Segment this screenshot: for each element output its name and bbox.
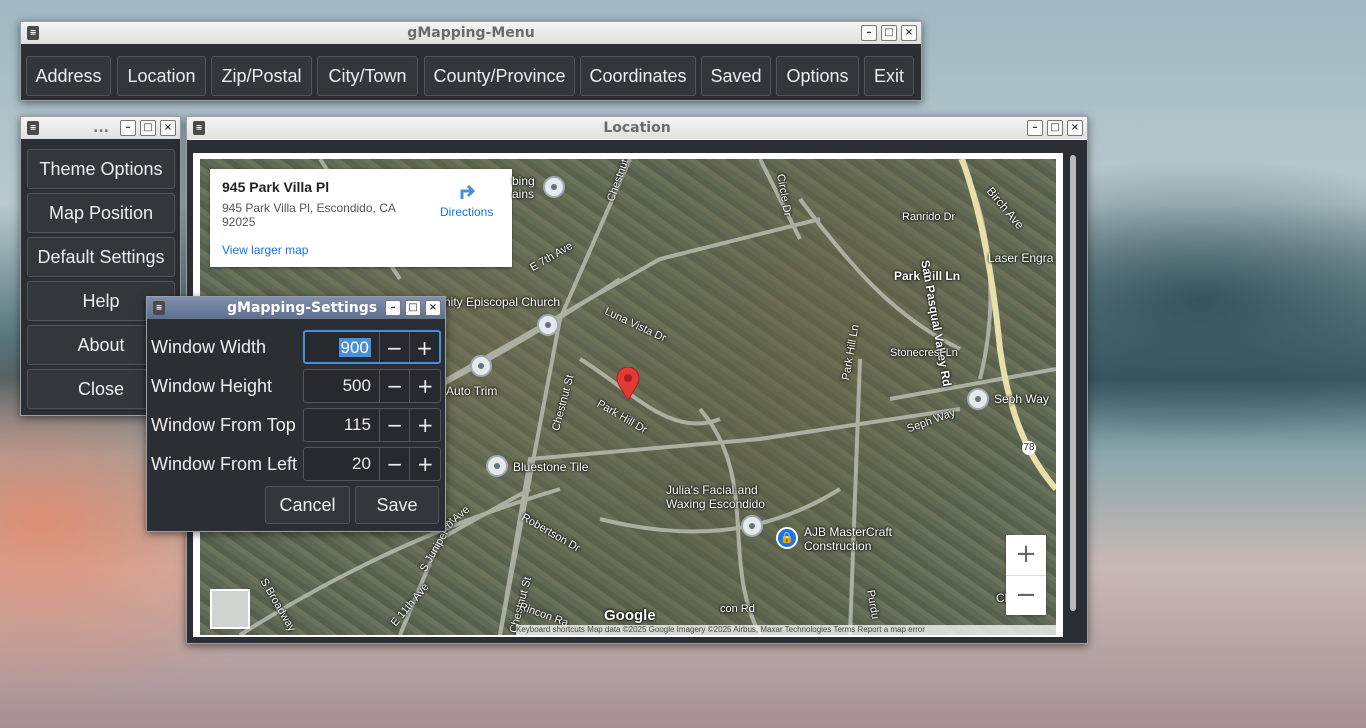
menu-bar: Address Location Zip/Postal City/Town Co… bbox=[21, 44, 921, 100]
window-width-field[interactable]: 900 bbox=[305, 332, 379, 362]
church-pin-icon[interactable] bbox=[537, 314, 559, 336]
plus-icon[interactable]: + bbox=[409, 370, 440, 402]
maximize-icon[interactable]: □ bbox=[405, 300, 421, 316]
lock-pin-icon[interactable]: 🔒 bbox=[776, 527, 798, 549]
minus-icon[interactable]: − bbox=[378, 332, 409, 362]
window-from-top-field[interactable]: 115 bbox=[304, 409, 379, 441]
route-shield: 78 bbox=[1022, 441, 1036, 455]
map-attribution[interactable]: Keyboard shortcuts Map data ©2025 Google… bbox=[516, 625, 1056, 635]
settings-dialog: ≡ gMapping-Settings – □ × Window Width 9… bbox=[146, 296, 446, 532]
close-icon[interactable]: × bbox=[1067, 120, 1083, 136]
save-button[interactable]: Save bbox=[355, 486, 439, 524]
options-titlebar[interactable]: ≡ ... – □ × bbox=[21, 117, 180, 139]
close-icon[interactable]: × bbox=[901, 25, 917, 41]
window-height-row: Window Height 500 − + bbox=[147, 369, 445, 403]
zoom-out-button[interactable]: − bbox=[1006, 575, 1046, 616]
zoom-in-button[interactable]: + bbox=[1006, 535, 1046, 575]
map-pin-icon[interactable] bbox=[486, 455, 508, 477]
map-pin-icon[interactable] bbox=[470, 355, 492, 377]
window-width-stepper[interactable]: 900 − + bbox=[303, 330, 441, 364]
map-label: Ranrido Dr bbox=[902, 211, 956, 223]
county-province-button[interactable]: County/Province bbox=[424, 56, 575, 96]
options-title: ... bbox=[93, 120, 109, 136]
minus-icon[interactable]: − bbox=[378, 409, 410, 441]
map-label: con Rd bbox=[720, 603, 755, 615]
minimize-icon[interactable]: – bbox=[1027, 120, 1043, 136]
map-pin-icon[interactable] bbox=[543, 176, 565, 198]
menu-title: gMapping-Menu bbox=[407, 25, 535, 41]
address-button[interactable]: Address bbox=[26, 56, 111, 96]
map-label: nity Episcopal Church bbox=[444, 295, 561, 309]
map-label: AJB MasterCraft Construction bbox=[804, 525, 893, 553]
plus-icon[interactable]: + bbox=[409, 409, 440, 441]
window-from-top-stepper[interactable]: 115 − + bbox=[303, 408, 441, 442]
window-height-field[interactable]: 500 bbox=[304, 370, 379, 402]
options-button[interactable]: Options bbox=[776, 56, 859, 96]
default-settings-button[interactable]: Default Settings bbox=[27, 237, 175, 277]
view-larger-map-link[interactable]: View larger map bbox=[222, 243, 308, 257]
window-height-stepper[interactable]: 500 − + bbox=[303, 369, 441, 403]
map-label: Julia's Facial and Waxing Escondido bbox=[666, 483, 765, 511]
maximize-icon[interactable]: □ bbox=[140, 120, 156, 136]
window-width-row: Window Width 900 − + bbox=[147, 330, 445, 364]
map-pin-icon[interactable] bbox=[741, 515, 763, 537]
map-label: Auto Trim bbox=[446, 384, 498, 398]
window-from-left-label: Window From Left bbox=[151, 454, 298, 474]
minimize-icon[interactable]: – bbox=[120, 120, 136, 136]
location-titlebar[interactable]: ≡ Location – □ × bbox=[187, 117, 1087, 139]
coordinates-button[interactable]: Coordinates bbox=[580, 56, 696, 96]
window-from-left-stepper[interactable]: 20 − + bbox=[303, 447, 441, 481]
saved-button[interactable]: Saved bbox=[701, 56, 771, 96]
location-button[interactable]: Location bbox=[117, 56, 206, 96]
zip-postal-button[interactable]: Zip/Postal bbox=[211, 56, 312, 96]
vertical-scrollbar[interactable] bbox=[1070, 155, 1076, 611]
close-icon[interactable]: × bbox=[425, 300, 441, 316]
maximize-icon[interactable]: □ bbox=[1047, 120, 1063, 136]
theme-options-button[interactable]: Theme Options bbox=[27, 149, 175, 189]
cancel-button[interactable]: Cancel bbox=[265, 486, 350, 524]
directions-icon[interactable] bbox=[458, 181, 480, 201]
window-from-left-row: Window From Left 20 − + bbox=[147, 447, 445, 481]
map-label: Laser Engra bbox=[988, 251, 1054, 265]
menu-titlebar[interactable]: ≡ gMapping-Menu – □ × bbox=[21, 22, 921, 44]
zoom-controls: + − bbox=[1006, 535, 1046, 615]
app-icon: ≡ bbox=[27, 26, 39, 40]
location-marker-icon[interactable] bbox=[616, 367, 640, 401]
map-pin-icon[interactable] bbox=[967, 388, 989, 410]
place-name: 945 Park Villa Pl bbox=[222, 179, 330, 195]
map-position-button[interactable]: Map Position bbox=[27, 193, 175, 233]
minus-icon[interactable]: − bbox=[378, 370, 410, 402]
minimize-icon[interactable]: – bbox=[385, 300, 401, 316]
map-label: Seph Way bbox=[994, 392, 1049, 406]
city-town-button[interactable]: City/Town bbox=[317, 56, 418, 96]
app-icon: ≡ bbox=[193, 121, 205, 135]
close-icon[interactable]: × bbox=[160, 120, 176, 136]
window-from-left-field[interactable]: 20 bbox=[304, 448, 379, 480]
menu-window: ≡ gMapping-Menu – □ × Address Location Z… bbox=[20, 21, 922, 101]
directions-link[interactable]: Directions bbox=[440, 205, 493, 219]
map-label: Stonecrest Ln bbox=[890, 347, 958, 359]
map-label: bing ains bbox=[512, 174, 535, 201]
location-title: Location bbox=[603, 120, 671, 136]
window-height-label: Window Height bbox=[151, 376, 273, 396]
window-width-label: Window Width bbox=[151, 337, 267, 357]
app-icon: ≡ bbox=[153, 301, 165, 315]
map-label: Bluestone Tile bbox=[513, 460, 589, 474]
app-icon: ≡ bbox=[27, 121, 39, 135]
place-info-card: 945 Park Villa Pl 945 Park Villa Pl, Esc… bbox=[210, 169, 512, 267]
place-address: 945 Park Villa Pl, Escondido, CA 92025 bbox=[222, 201, 396, 229]
settings-titlebar[interactable]: ≡ gMapping-Settings – □ × bbox=[147, 297, 445, 319]
map-type-toggle[interactable] bbox=[210, 589, 250, 629]
window-from-top-row: Window From Top 115 − + bbox=[147, 408, 445, 442]
google-logo: Google bbox=[604, 607, 656, 624]
exit-button[interactable]: Exit bbox=[864, 56, 914, 96]
maximize-icon[interactable]: □ bbox=[881, 25, 897, 41]
minimize-icon[interactable]: – bbox=[861, 25, 877, 41]
settings-title: gMapping-Settings bbox=[227, 300, 378, 316]
window-from-top-label: Window From Top bbox=[151, 415, 296, 435]
plus-icon[interactable]: + bbox=[409, 448, 440, 480]
minus-icon[interactable]: − bbox=[378, 448, 410, 480]
plus-icon[interactable]: + bbox=[408, 332, 439, 362]
